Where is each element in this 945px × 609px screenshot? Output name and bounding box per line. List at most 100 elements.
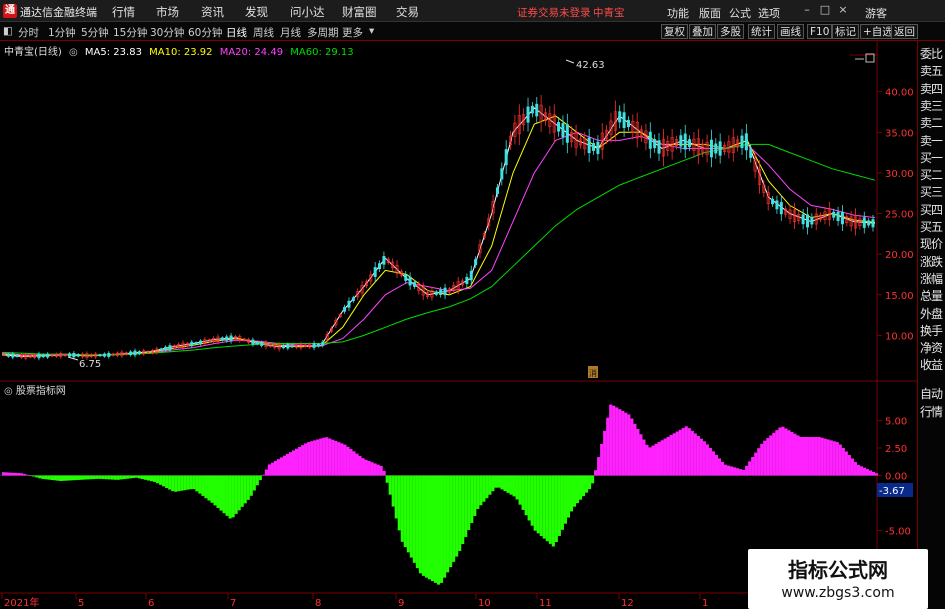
- indicator-bar: [778, 427, 782, 476]
- menu-item-trade[interactable]: 交易: [396, 4, 419, 20]
- candle-body: [718, 141, 722, 156]
- tab-more[interactable]: 更多: [342, 25, 363, 40]
- chevron-down-icon[interactable]: ▾: [369, 25, 374, 37]
- sidebar-item-2[interactable]: 卖四: [920, 80, 945, 97]
- menu-item-market[interactable]: 市场: [156, 4, 179, 20]
- tab-60min[interactable]: 60分钟: [188, 25, 222, 40]
- indicator-bar: [74, 475, 78, 481]
- sidebar-item-17[interactable]: 净资: [920, 339, 945, 356]
- menu-options[interactable]: 选项: [758, 5, 780, 21]
- menu-item-discover[interactable]: 发现: [245, 4, 268, 20]
- indicator-bar: [128, 475, 132, 479]
- sidebar-item-9[interactable]: 买四: [920, 201, 945, 218]
- statistics-button[interactable]: 统计: [748, 24, 775, 39]
- mark-button[interactable]: 标记: [832, 24, 859, 39]
- indicator-bar: [711, 451, 715, 476]
- gear-icon[interactable]: ◎: [69, 47, 78, 58]
- tab-15min[interactable]: 15分钟: [113, 25, 147, 40]
- draw-line-button[interactable]: 画线: [777, 24, 804, 39]
- sidebar-item-14[interactable]: 总量: [920, 287, 945, 304]
- sidebar-item-4[interactable]: 卖二: [920, 114, 945, 131]
- tab-daily[interactable]: 日线: [226, 25, 247, 40]
- min-icon[interactable]: –: [800, 3, 814, 17]
- menu-function[interactable]: 功能: [667, 5, 689, 21]
- candle-body: [805, 214, 809, 228]
- sidebar-lower-item-0[interactable]: 自动: [920, 385, 945, 402]
- indicator-bar: [766, 438, 770, 476]
- indicator-bar: [515, 475, 519, 500]
- sidebar-item-1[interactable]: 卖五: [920, 62, 945, 79]
- multi-stock-button[interactable]: 多股: [717, 24, 744, 39]
- indicator-bar: [346, 446, 350, 476]
- indicator-gear-icon[interactable]: ◎: [4, 386, 13, 397]
- date-tick-label: 6: [148, 598, 154, 609]
- candle-body: [343, 306, 347, 312]
- menu-item-quotes[interactable]: 行情: [112, 4, 135, 20]
- restore-rights-button[interactable]: 复权: [661, 24, 688, 39]
- sidebar-item-18[interactable]: 收益: [920, 356, 945, 373]
- menu-item-ask[interactable]: 问小达: [290, 4, 325, 20]
- sidebar-item-6[interactable]: 买一: [920, 149, 945, 166]
- menu-item-wealth[interactable]: 财富圈: [342, 4, 377, 20]
- chart-canvas[interactable]: 10.0015.0020.0025.0030.0035.0040.00 -5.0…: [0, 41, 917, 609]
- sidebar-item-3[interactable]: 卖三: [920, 97, 945, 114]
- tab-30min[interactable]: 30分钟: [150, 25, 184, 40]
- candle-body: [312, 343, 316, 348]
- tab-intraday[interactable]: 分时: [18, 25, 39, 40]
- indicator-bar: [171, 475, 175, 492]
- tab-5min[interactable]: 5分钟: [81, 25, 109, 40]
- candle-body: [840, 211, 844, 225]
- guest-label[interactable]: 游客: [865, 5, 887, 21]
- indicator-bar: [403, 475, 407, 548]
- sidebar-item-15[interactable]: 外盘: [920, 305, 945, 322]
- sidebar-item-8[interactable]: 买三: [920, 183, 945, 200]
- indicator-bar: [95, 475, 99, 479]
- ma-line-ma10: [1, 115, 876, 357]
- indicator-bar: [500, 475, 504, 490]
- back-button[interactable]: 返回: [891, 24, 918, 39]
- menu-formula[interactable]: 公式: [729, 5, 751, 21]
- legend-ma10: MA10: 23.92: [149, 47, 213, 58]
- tab-monthly[interactable]: 月线: [280, 25, 301, 40]
- indicator-bar: [811, 437, 815, 476]
- sidebar-item-5[interactable]: 卖一: [920, 132, 945, 149]
- sidebar-item-12[interactable]: 涨跌: [920, 253, 945, 270]
- indicator-bar: [566, 475, 570, 518]
- menu-item-news[interactable]: 资讯: [201, 4, 224, 20]
- overlay-button[interactable]: 叠加: [689, 24, 716, 39]
- high-annotation: 42.63: [576, 60, 605, 71]
- close-icon[interactable]: ×: [836, 3, 850, 17]
- panel-toggle-icon[interactable]: ◧: [3, 25, 13, 37]
- candle-body: [657, 140, 661, 154]
- indicator-bars: [2, 404, 879, 585]
- candle-body: [199, 340, 203, 345]
- tab-weekly[interactable]: 周线: [253, 25, 274, 40]
- login-status[interactable]: 证券交易未登录: [517, 5, 591, 20]
- indicator-bar: [273, 460, 277, 476]
- indicator-bar: [754, 452, 758, 476]
- sidebar-lower-item-1[interactable]: 行情: [920, 403, 945, 420]
- candle-body: [801, 214, 805, 225]
- f10-button[interactable]: F10: [807, 24, 833, 39]
- sidebar-item-11[interactable]: 现价: [920, 235, 945, 252]
- max-icon[interactable]: □: [818, 3, 832, 17]
- indicator-bar: [733, 467, 737, 476]
- indicator-bar: [751, 456, 755, 476]
- menu-layout[interactable]: 版面: [699, 5, 721, 21]
- sidebar-item-10[interactable]: 买五: [920, 218, 945, 235]
- indicator-bar: [859, 466, 863, 476]
- indicator-bar: [246, 475, 250, 500]
- tab-multi-period[interactable]: 多周期: [307, 25, 339, 40]
- sidebar-item-16[interactable]: 换手: [920, 322, 945, 339]
- candle-body: [434, 291, 438, 295]
- indicator-bar: [458, 475, 462, 551]
- indicator-bar: [491, 475, 495, 492]
- date-tick-label: 10: [478, 598, 491, 609]
- indicator-bar: [624, 412, 628, 476]
- sidebar-item-13[interactable]: 涨幅: [920, 270, 945, 287]
- sidebar-item-7[interactable]: 买二: [920, 166, 945, 183]
- indicator-bar: [506, 475, 510, 493]
- tab-1min[interactable]: 1分钟: [48, 25, 76, 40]
- sidebar-item-0[interactable]: 委比: [920, 45, 945, 62]
- candle-body: [281, 345, 285, 349]
